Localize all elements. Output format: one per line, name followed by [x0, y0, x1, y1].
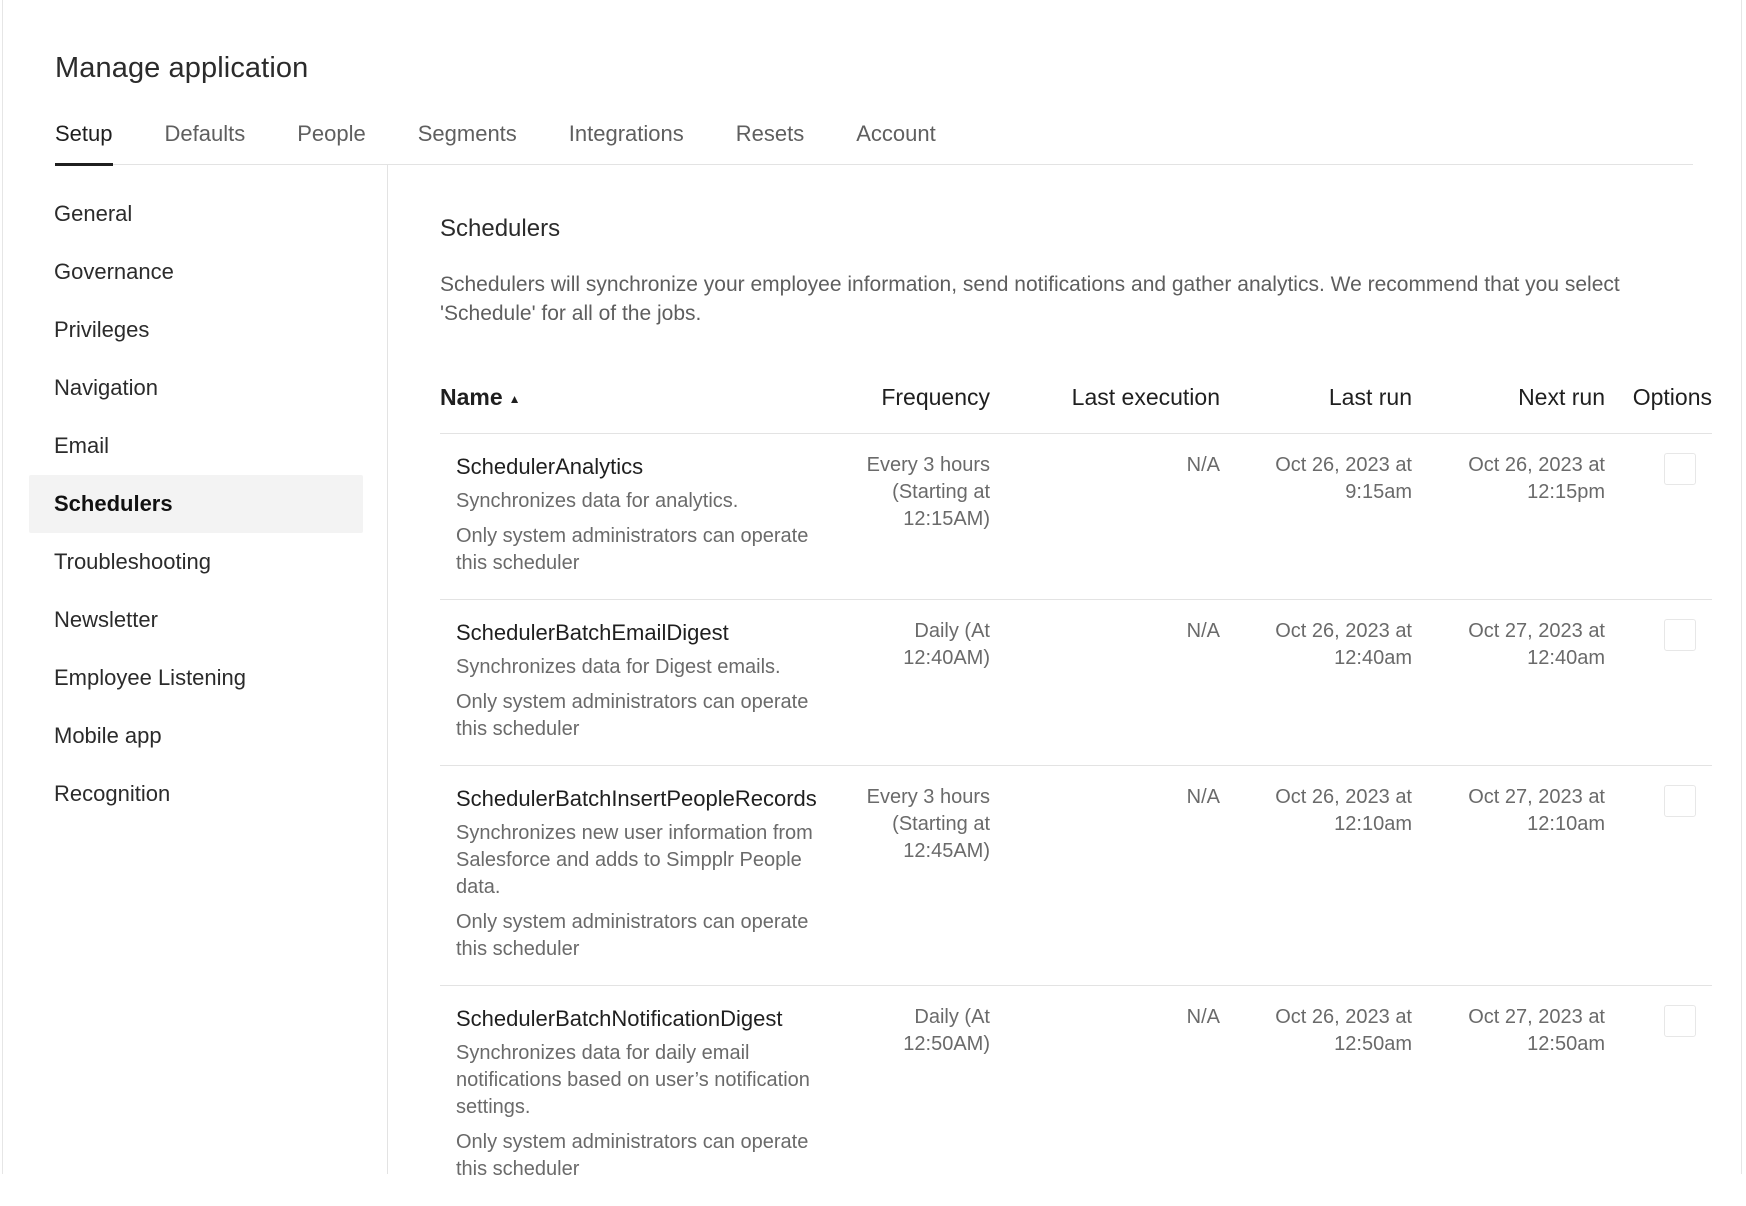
scheduler-last-run: Oct 26, 2023 at 9:15am — [1275, 454, 1412, 503]
tab-account[interactable]: Account — [856, 116, 936, 165]
scheduler-name-cell: SchedulerBatchEmailDigest Synchronizes d… — [456, 618, 831, 751]
table-row: SchedulerAnalytics Synchronizes data for… — [440, 434, 1712, 600]
options-checkbox[interactable] — [1664, 453, 1696, 485]
table-header: Name ▲ Frequency Last execution Last run … — [440, 370, 1712, 434]
section-description: Schedulers will synchronize your employe… — [440, 273, 1620, 325]
sidebar-item-schedulers[interactable]: Schedulers — [29, 475, 363, 533]
column-header-frequency[interactable]: Frequency — [880, 384, 990, 411]
scheduler-frequency: Every 3 hours (Starting at 12:15AM) — [866, 454, 990, 530]
column-header-last-execution[interactable]: Last execution — [1028, 384, 1220, 411]
options-checkbox[interactable] — [1664, 619, 1696, 651]
scheduler-last-execution: N/A — [1186, 454, 1220, 476]
table-row: SchedulerBatchEmailDigest Synchronizes d… — [440, 600, 1712, 766]
scheduler-note: Only system administrators can operate t… — [456, 1131, 809, 1180]
sidebar-item-email[interactable]: Email — [29, 417, 363, 475]
sidebar-item-mobile-app[interactable]: Mobile app — [29, 707, 363, 765]
table-row: SchedulerBatchInsertPeopleRecords Synchr… — [440, 766, 1712, 986]
tab-setup[interactable]: Setup — [55, 116, 113, 166]
scheduler-next-run: Oct 27, 2023 at 12:50am — [1468, 1006, 1605, 1055]
scheduler-last-run: Oct 26, 2023 at 12:50am — [1275, 1006, 1412, 1055]
sidebar-divider — [387, 165, 388, 1174]
scheduler-name: SchedulerBatchNotificationDigest — [456, 1006, 783, 1031]
column-header-name[interactable]: Name ▲ — [440, 384, 521, 411]
sidebar-item-recognition[interactable]: Recognition — [29, 765, 363, 823]
column-header-options: Options — [1632, 384, 1712, 410]
tab-integrations[interactable]: Integrations — [569, 116, 684, 165]
scheduler-description: Synchronizes data for Digest emails. — [456, 656, 781, 678]
scheduler-frequency: Every 3 hours (Starting at 12:45AM) — [866, 786, 990, 862]
scheduler-next-run: Oct 27, 2023 at 12:40am — [1468, 620, 1605, 669]
sidebar-item-privileges[interactable]: Privileges — [29, 301, 363, 359]
sidebar-item-troubleshooting[interactable]: Troubleshooting — [29, 533, 363, 591]
scheduler-description: Synchronizes data for daily email notifi… — [456, 1042, 810, 1118]
scheduler-name: SchedulerBatchInsertPeopleRecords — [456, 786, 817, 811]
table-row: SchedulerBatchNotificationDigest Synchro… — [440, 986, 1712, 1206]
column-header-next-run[interactable]: Next run — [1430, 384, 1605, 411]
options-checkbox[interactable] — [1664, 785, 1696, 817]
tab-resets[interactable]: Resets — [736, 116, 804, 165]
tab-segments[interactable]: Segments — [418, 116, 517, 165]
tab-defaults[interactable]: Defaults — [165, 116, 246, 165]
scheduler-name-cell: SchedulerBatchInsertPeopleRecords Synchr… — [456, 784, 831, 971]
sidebar-item-newsletter[interactable]: Newsletter — [29, 591, 363, 649]
scheduler-description: Synchronizes new user information from S… — [456, 822, 813, 898]
scheduler-last-execution: N/A — [1186, 786, 1220, 808]
tab-people[interactable]: People — [297, 116, 366, 165]
page-title: Manage application — [55, 52, 309, 84]
section-title: Schedulers — [440, 215, 561, 242]
scheduler-note: Only system administrators can operate t… — [456, 911, 809, 960]
scheduler-last-run: Oct 26, 2023 at 12:40am — [1275, 620, 1412, 669]
schedulers-section: Schedulers Schedulers will synchronize y… — [440, 215, 1712, 328]
scheduler-note: Only system administrators can operate t… — [456, 691, 809, 740]
column-header-name-label: Name — [440, 384, 503, 410]
sidebar-item-general[interactable]: General — [29, 185, 363, 243]
sidebar: General Governance Privileges Navigation… — [29, 185, 363, 823]
sidebar-item-governance[interactable]: Governance — [29, 243, 363, 301]
scheduler-next-run: Oct 26, 2023 at 12:15pm — [1468, 454, 1605, 503]
sort-ascending-icon: ▲ — [508, 391, 521, 406]
scheduler-frequency: Daily (At 12:50AM) — [903, 1006, 990, 1055]
app-frame: Manage application Setup Defaults People… — [2, 0, 1742, 1180]
scheduler-frequency: Daily (At 12:40AM) — [903, 620, 990, 669]
sidebar-item-navigation[interactable]: Navigation — [29, 359, 363, 417]
scheduler-last-execution: N/A — [1186, 1006, 1220, 1028]
scheduler-name-cell: SchedulerBatchNotificationDigest Synchro… — [456, 1004, 831, 1191]
scheduler-name: SchedulerAnalytics — [456, 454, 644, 479]
scheduler-note: Only system administrators can operate t… — [456, 525, 809, 574]
sidebar-item-employee-listening[interactable]: Employee Listening — [29, 649, 363, 707]
scheduler-name: SchedulerBatchEmailDigest — [456, 620, 729, 645]
scheduler-next-run: Oct 27, 2023 at 12:10am — [1468, 786, 1605, 835]
schedulers-table: Name ▲ Frequency Last execution Last run … — [440, 370, 1712, 1206]
scheduler-name-cell: SchedulerAnalytics Synchronizes data for… — [456, 452, 831, 585]
column-header-last-run[interactable]: Last run — [1240, 384, 1412, 411]
options-checkbox[interactable] — [1664, 1005, 1696, 1037]
scheduler-description: Synchronizes data for analytics. — [456, 490, 739, 512]
scheduler-last-run: Oct 26, 2023 at 12:10am — [1275, 786, 1412, 835]
scheduler-last-execution: N/A — [1186, 620, 1220, 642]
top-tabs: Setup Defaults People Segments Integrati… — [55, 116, 1693, 166]
